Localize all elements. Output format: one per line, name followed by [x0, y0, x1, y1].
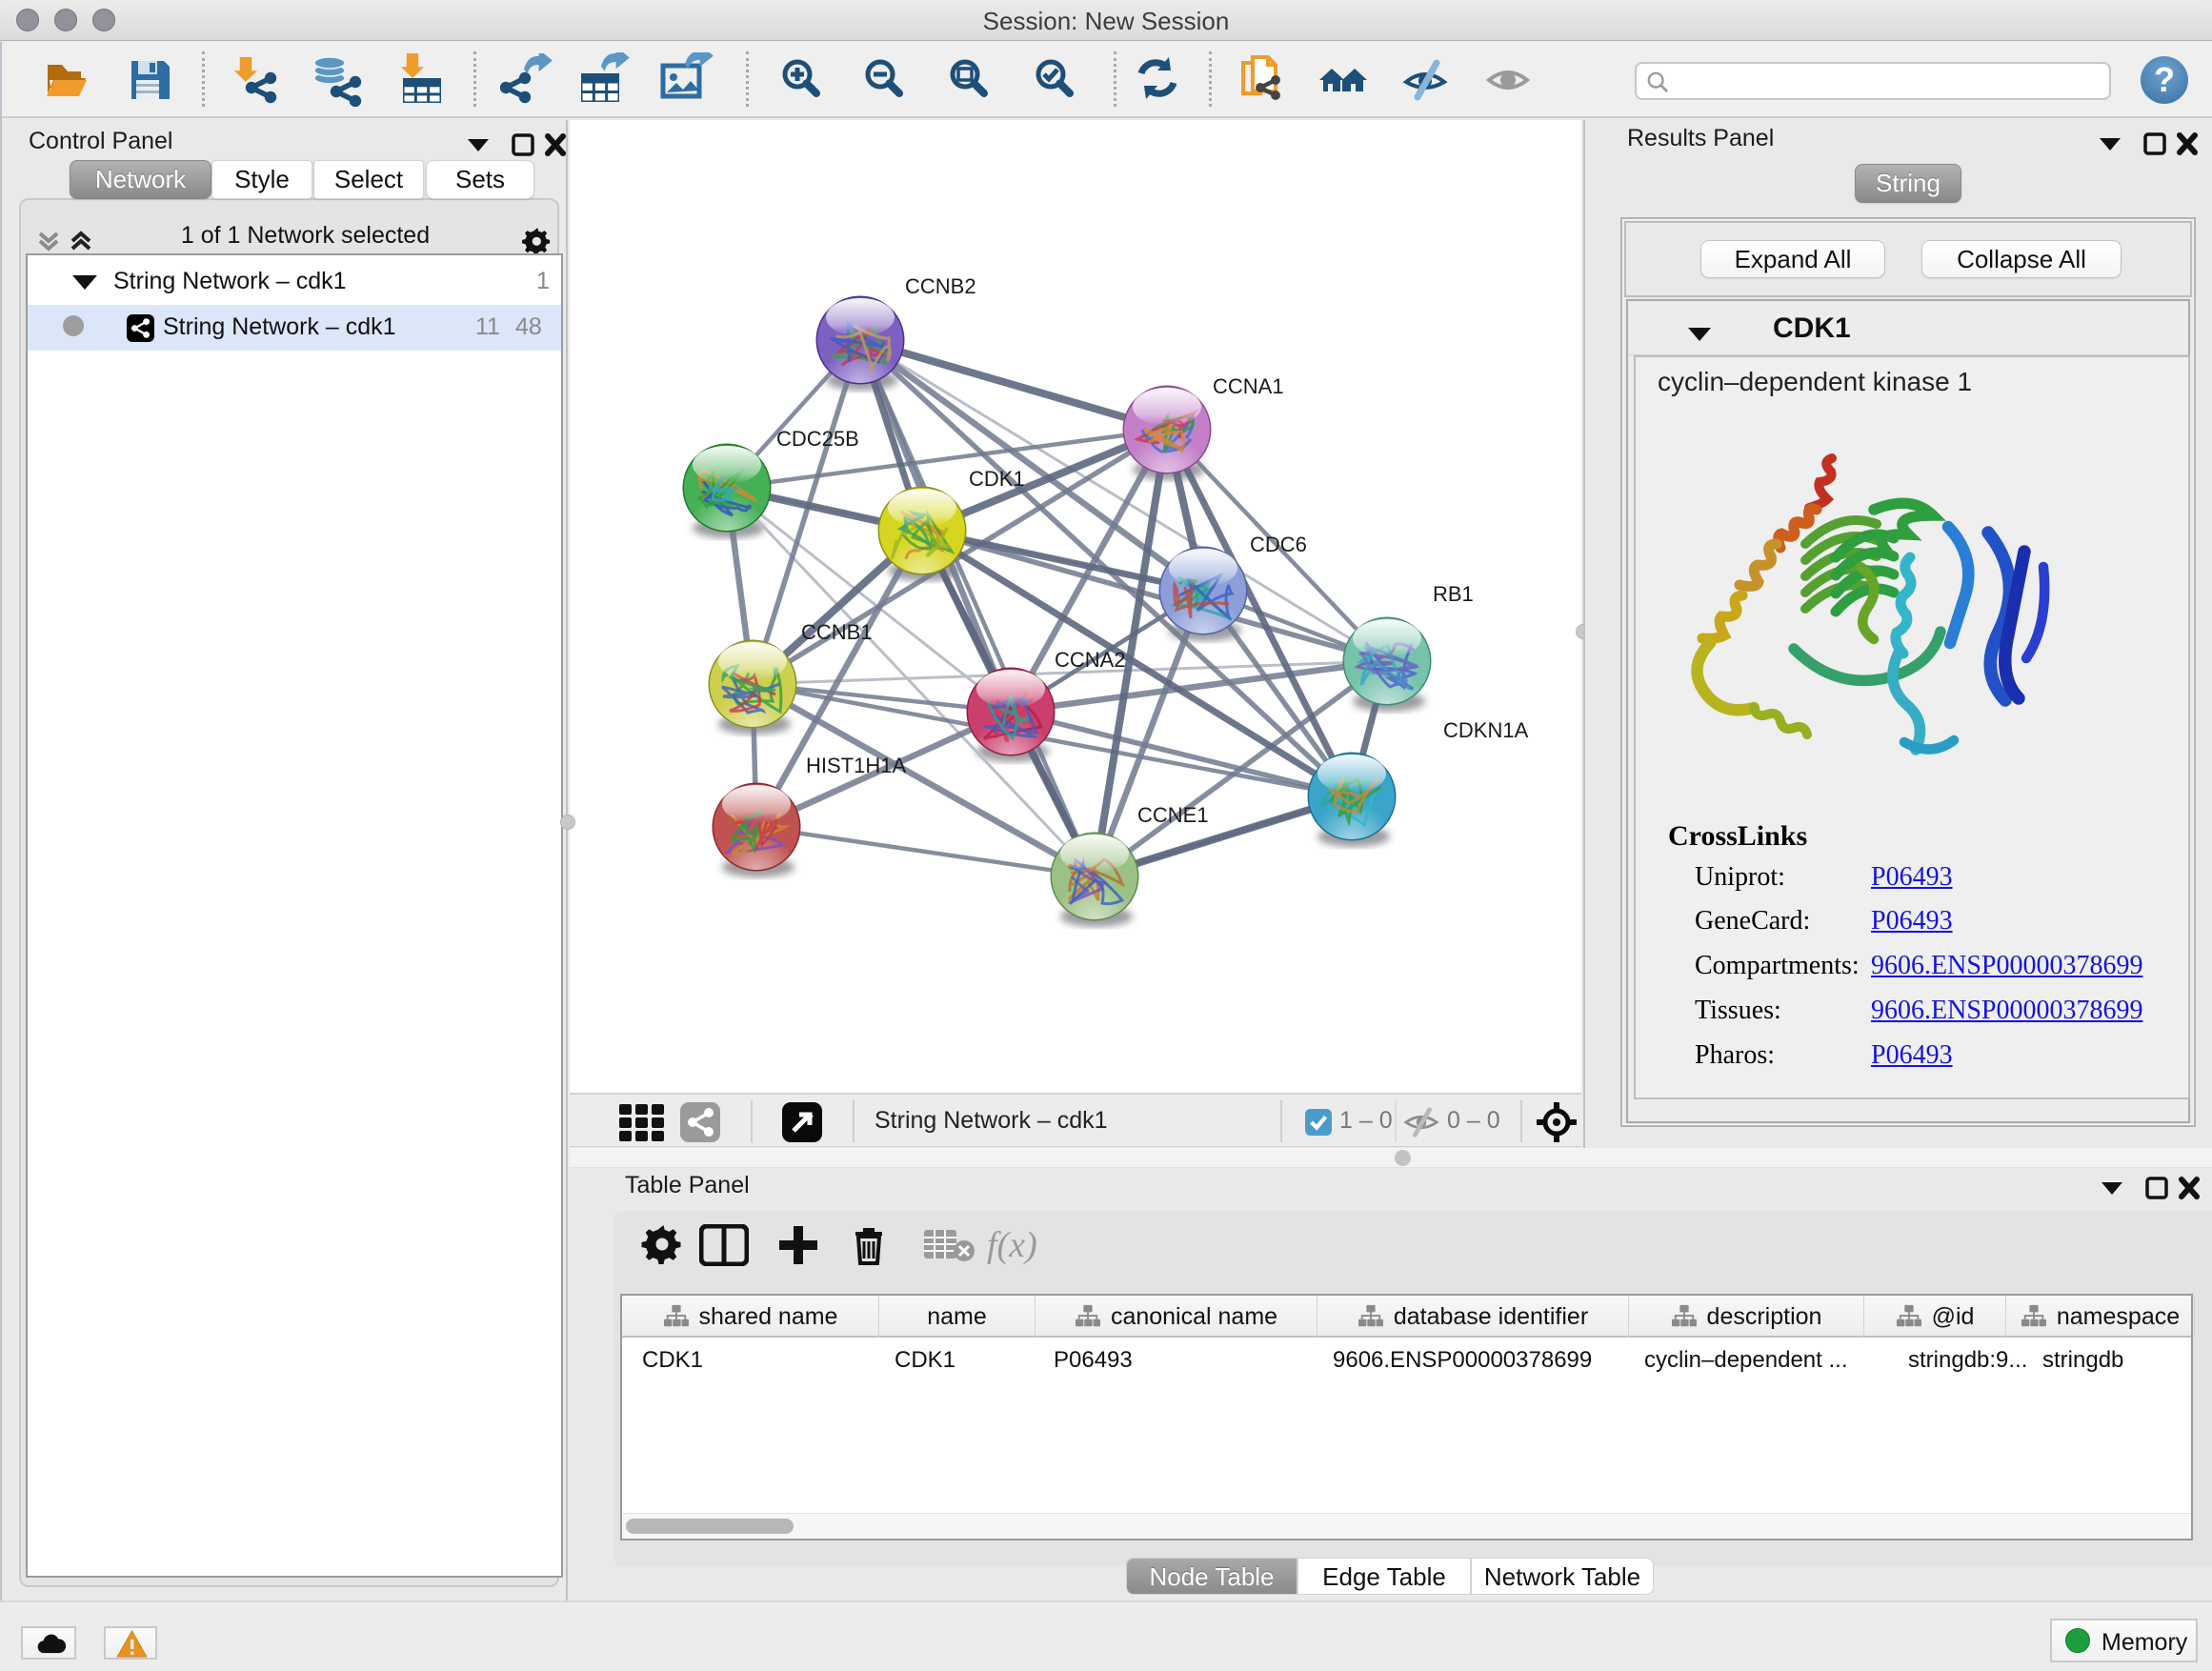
svg-text:CDC6: CDC6 [1250, 533, 1307, 556]
svg-text:HIST1H1A: HIST1H1A [806, 754, 906, 777]
svg-text:RB1: RB1 [1433, 582, 1474, 606]
svg-text:CCNE1: CCNE1 [1137, 803, 1209, 827]
svg-text:CDK1: CDK1 [969, 467, 1025, 491]
svg-text:CCNB1: CCNB1 [801, 620, 873, 644]
svg-text:CDKN1A: CDKN1A [1443, 718, 1529, 742]
svg-text:?: ? [2154, 60, 2175, 99]
svg-text:CDC25B: CDC25B [776, 427, 859, 451]
svg-text:CCNB2: CCNB2 [905, 274, 976, 298]
svg-text:CCNA2: CCNA2 [1055, 648, 1126, 672]
svg-text:CCNA1: CCNA1 [1213, 374, 1284, 398]
